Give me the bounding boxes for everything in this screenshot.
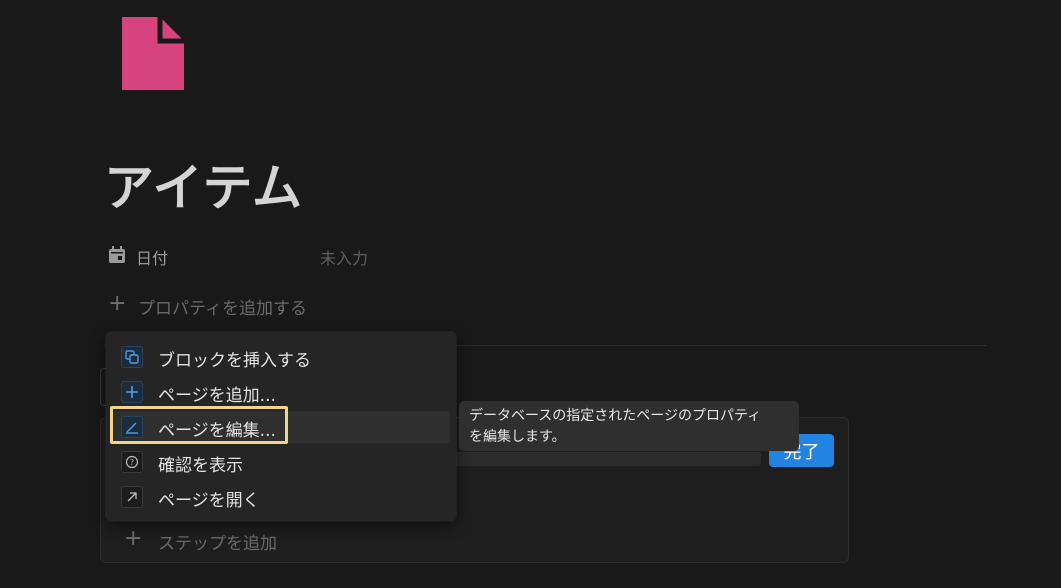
open-arrow-icon bbox=[121, 486, 143, 508]
plus-icon bbox=[121, 381, 143, 403]
add-property-label: プロパティを追加する bbox=[138, 299, 307, 319]
menu-item-insert-block[interactable]: ブロックを挿入する bbox=[112, 341, 450, 373]
property-row-date[interactable]: 日付 未入力 bbox=[108, 243, 508, 269]
page-title[interactable]: アイテム bbox=[104, 148, 303, 220]
plus-icon: + bbox=[124, 526, 143, 551]
tooltip-line-1: データベースの指定されたページのプロパティ bbox=[469, 408, 762, 424]
question-icon: ? bbox=[121, 451, 143, 473]
menu-item-label: ページを追加... bbox=[158, 386, 276, 406]
edit-icon bbox=[121, 416, 143, 438]
add-step-label: ステップを追加 bbox=[158, 534, 277, 554]
menu-item-label: ブロックを挿入する bbox=[158, 351, 311, 371]
tooltip-line-2: を編集します。 bbox=[469, 429, 566, 445]
menu-item-label: ページを開く bbox=[158, 491, 260, 511]
document-icon[interactable] bbox=[122, 17, 184, 90]
plus-icon: + bbox=[108, 291, 127, 316]
menu-item-label: ページを編集... bbox=[158, 421, 276, 441]
tooltip: データベースの指定されたページのプロパティ を編集します。 bbox=[459, 401, 799, 451]
menu-item-edit-page[interactable]: ページを編集... bbox=[112, 411, 450, 443]
context-menu: ブロックを挿入する ページを追加... ページを編集... ? 確認を表示 ペー… bbox=[106, 332, 456, 521]
svg-text:?: ? bbox=[130, 458, 134, 467]
property-name: 日付 bbox=[136, 249, 169, 268]
property-value-empty[interactable]: 未入力 bbox=[320, 245, 368, 269]
copy-icon bbox=[121, 346, 143, 368]
menu-item-label: 確認を表示 bbox=[158, 456, 243, 476]
calendar-icon bbox=[109, 246, 125, 263]
menu-item-add-page[interactable]: ページを追加... bbox=[112, 376, 450, 408]
add-step-button[interactable]: + ステップを追加 bbox=[124, 526, 324, 555]
add-property-button[interactable]: + プロパティを追加する bbox=[108, 291, 408, 320]
menu-item-show-confirm[interactable]: ? 確認を表示 bbox=[112, 446, 450, 478]
menu-item-open-page[interactable]: ページを開く bbox=[112, 481, 450, 513]
